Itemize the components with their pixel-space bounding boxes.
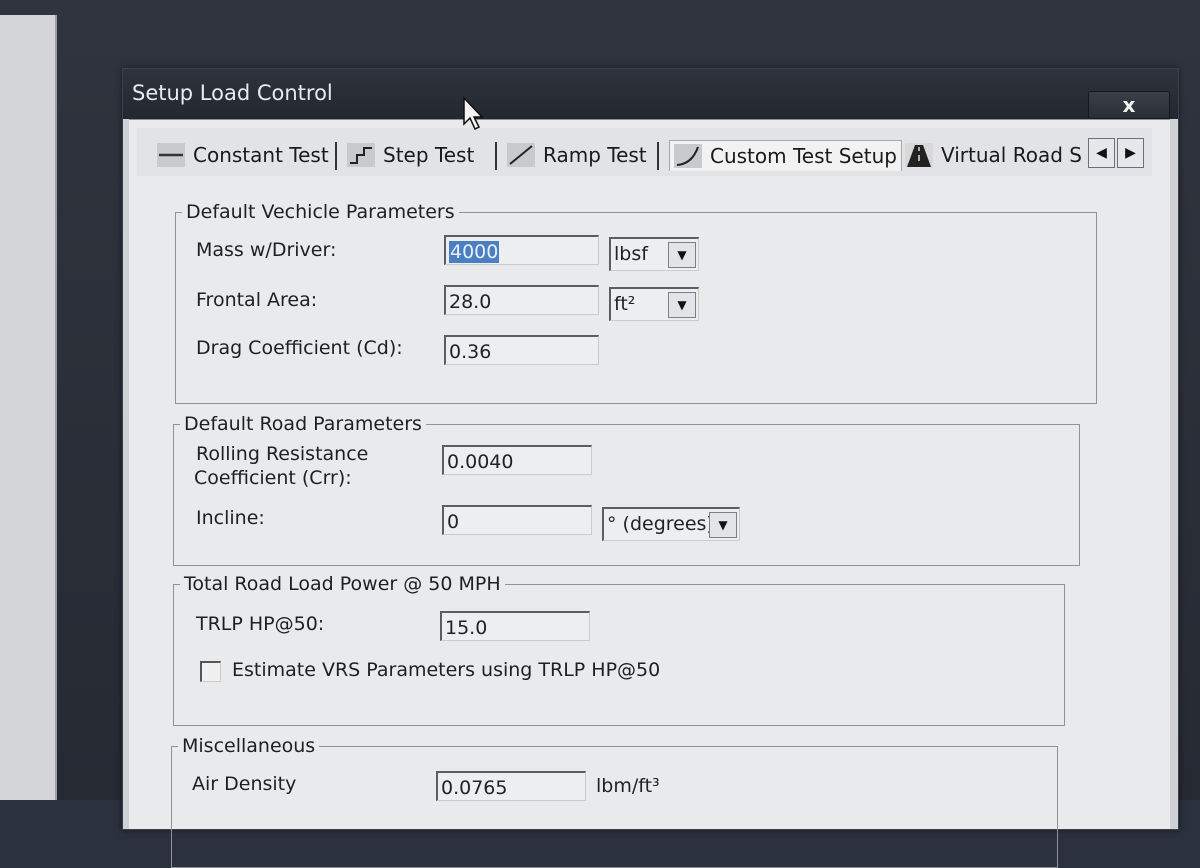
window-title: Setup Load Control bbox=[132, 81, 333, 105]
tab-separator bbox=[657, 142, 659, 170]
tab-virtual-road[interactable]: Virtual Road S bbox=[905, 140, 1082, 170]
step-icon bbox=[347, 143, 375, 167]
incline-field[interactable]: 0 bbox=[442, 505, 592, 535]
group-title: Default Vechicle Parameters bbox=[182, 201, 459, 223]
curve-icon bbox=[674, 144, 702, 168]
tab-label: Ramp Test bbox=[543, 143, 647, 167]
mass-value: 4000 bbox=[449, 241, 499, 263]
close-button[interactable]: x bbox=[1088, 91, 1170, 119]
setup-load-control-dialog: Setup Load Control x Constant Test Step … bbox=[122, 68, 1179, 830]
incline-unit-value: ° (degrees) bbox=[607, 513, 714, 535]
mass-field[interactable]: 4000 bbox=[444, 235, 599, 265]
group-title: Total Road Load Power @ 50 MPH bbox=[180, 573, 505, 595]
trlp-hp-field[interactable]: 15.0 bbox=[440, 611, 590, 641]
vehicle-parameters-group: Default Vechicle Parameters Mass w/Drive… bbox=[175, 212, 1097, 404]
air-density-field[interactable]: 0.0765 bbox=[436, 771, 586, 801]
flat-line-icon bbox=[157, 143, 185, 167]
incline-label: Incline: bbox=[196, 507, 265, 530]
tab-separator bbox=[495, 142, 497, 170]
mass-unit-select[interactable]: lbsf ▼ bbox=[609, 237, 699, 271]
miscellaneous-group: Miscellaneous Air Density 0.0765 lbm/ft³ bbox=[171, 746, 1058, 868]
drag-coefficient-label: Drag Coefficient (Cd): bbox=[196, 337, 403, 360]
dropdown-arrow-icon[interactable]: ▼ bbox=[668, 242, 696, 268]
tab-scroll-right-button[interactable]: ▶ bbox=[1117, 138, 1144, 168]
dropdown-arrow-icon[interactable]: ▼ bbox=[668, 292, 696, 318]
dialog-client-area: Constant Test Step Test Ramp Test Custom… bbox=[129, 119, 1170, 829]
incline-unit-select[interactable]: ° (degrees) ▼ bbox=[602, 507, 740, 541]
group-title: Default Road Parameters bbox=[180, 413, 426, 435]
frontal-area-label: Frontal Area: bbox=[196, 289, 317, 312]
frontal-area-unit-select[interactable]: ft² ▼ bbox=[609, 287, 699, 321]
drag-coefficient-field[interactable]: 0.36 bbox=[444, 335, 599, 365]
dropdown-arrow-icon[interactable]: ▼ bbox=[709, 512, 737, 538]
rolling-resistance-label-line1: Rolling Resistance bbox=[196, 443, 368, 466]
mass-unit-value: lbsf bbox=[614, 243, 648, 265]
air-density-label: Air Density bbox=[192, 773, 296, 796]
mass-label: Mass w/Driver: bbox=[196, 239, 336, 262]
tab-constant-test[interactable]: Constant Test bbox=[157, 140, 329, 170]
trlp-hp-label: TRLP HP@50: bbox=[196, 613, 324, 636]
tab-separator bbox=[335, 142, 337, 170]
road-load-power-group: Total Road Load Power @ 50 MPH TRLP HP@5… bbox=[173, 584, 1065, 726]
estimate-vrs-label[interactable]: Estimate VRS Parameters using TRLP HP@50 bbox=[232, 659, 660, 682]
tab-scroll-left-button[interactable]: ◀ bbox=[1088, 138, 1115, 168]
estimate-vrs-checkbox[interactable] bbox=[200, 661, 221, 682]
tab-label: Custom Test Setup bbox=[710, 144, 897, 168]
tab-strip: Constant Test Step Test Ramp Test Custom… bbox=[137, 128, 1152, 176]
tab-label: Virtual Road S bbox=[941, 143, 1082, 167]
tab-custom-test-setup[interactable]: Custom Test Setup bbox=[669, 140, 902, 171]
tab-scroll-controls: ◀ ▶ bbox=[1088, 138, 1144, 166]
area-unit-value: ft² bbox=[614, 293, 635, 315]
tab-label: Constant Test bbox=[193, 143, 329, 167]
background-window bbox=[0, 15, 57, 800]
rolling-resistance-label-line2: Coefficient (Crr): bbox=[194, 467, 352, 490]
road-parameters-group: Default Road Parameters Rolling Resistan… bbox=[173, 424, 1080, 566]
tab-step-test[interactable]: Step Test bbox=[347, 140, 474, 170]
air-density-unit: lbm/ft³ bbox=[596, 775, 660, 797]
rolling-resistance-field[interactable]: 0.0040 bbox=[442, 445, 592, 475]
frontal-area-field[interactable]: 28.0 bbox=[444, 285, 599, 315]
group-title: Miscellaneous bbox=[178, 735, 319, 757]
road-icon bbox=[905, 143, 933, 167]
title-bar[interactable]: Setup Load Control x bbox=[123, 69, 1178, 119]
mouse-cursor-icon bbox=[462, 96, 486, 132]
tab-label: Step Test bbox=[383, 143, 474, 167]
tab-ramp-test[interactable]: Ramp Test bbox=[507, 140, 647, 170]
ramp-icon bbox=[507, 143, 535, 167]
